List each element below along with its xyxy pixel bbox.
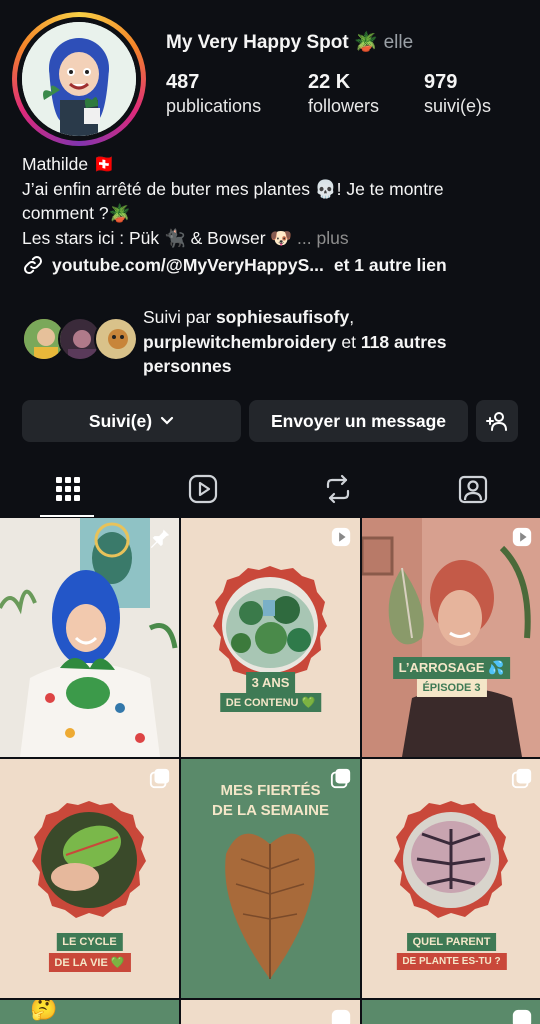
message-label: Envoyer un message [270,410,447,431]
tagged-icon [458,474,488,504]
tab-reposts[interactable] [270,460,405,518]
post-caption-top: 3 ANS [245,672,296,693]
followed-by[interactable]: Suivi par sophiesaufisofy, purplewitchem… [22,305,532,376]
bio-line: Les stars ici : Pük 🐈‍⬛ & Bowser 🐶 ... p… [22,226,522,251]
avatar-illustration [22,22,136,136]
profile-bio: Mathilde 🇨🇭 J’ai enfin arrêté de buter m… [22,152,522,250]
reel-icon [511,1008,533,1024]
following-label: Suivi(e) [88,410,153,431]
post-photo [362,518,540,757]
post-caption-bottom: ÉPISODE 3 [416,679,487,697]
stat-value: 487 [166,71,200,93]
post-tile[interactable] [181,1000,360,1024]
post-caption-top: QUEL PARENT [406,933,497,951]
bio-line: J’ai enfin arrêté de buter mes plantes 💀… [22,178,444,199]
stat-followers[interactable]: 22 K followers [308,70,379,118]
message-button[interactable]: Envoyer un message [249,400,468,442]
pin-icon [149,526,171,553]
post-tile[interactable]: L’ARROSAGE 💦 ÉPISODE 3 [362,518,540,757]
post-tile[interactable]: MES FIERTÉS DE LA SEMAINE [181,759,360,998]
followed-mid: et [336,331,361,352]
profile-tabs [0,460,540,518]
carousel-icon [330,767,352,794]
tab-tagged[interactable] [405,460,540,518]
posts-grid: 3 ANS DE CONTENU 💚 L’ARROSAGE 💦 ÉPISODE … [0,518,540,1024]
follower-avatars [22,317,142,361]
link-icon [22,254,44,276]
post-caption-bottom: DE LA VIE 💚 [48,953,131,972]
stat-label: suivi(e)s [424,96,492,116]
profile-pronoun: elle [383,32,414,53]
stat-label: followers [308,96,380,116]
post-tile[interactable]: QUEL PARENT DE PLANTE ES-TU ? [362,759,540,998]
grid-icon [55,476,81,502]
reels-icon [188,474,218,504]
post-tile[interactable] [362,1000,540,1024]
profile-links[interactable]: youtube.com/@MyVeryHappyS... et 1 autre … [22,254,447,276]
bio-line: comment ?🪴 [22,203,131,223]
post-title-line: DE LA SEMAINE [212,802,329,819]
followed-by-text: Suivi par sophiesaufisofy, purplewitchem… [143,305,533,379]
stat-value: 979 [424,71,458,93]
post-tile[interactable]: 🤔 [0,1000,179,1024]
youtube-link[interactable]: youtube.com/@MyVeryHappyS... [52,255,324,276]
stat-following[interactable]: 979 suivi(e)s [424,70,491,118]
add-user-button[interactable] [476,400,518,442]
post-tile[interactable] [0,518,179,757]
other-links[interactable]: et 1 autre lien [334,255,447,276]
post-tile[interactable]: 3 ANS DE CONTENU 💚 [181,518,360,757]
chevron-down-icon [160,416,174,426]
post-caption-top: L’ARROSAGE 💦 [392,657,511,679]
reel-icon [330,1008,352,1024]
reposts-icon [324,474,352,504]
following-button[interactable]: Suivi(e) [22,400,241,442]
followed-prefix: Suivi par [143,307,216,327]
carousel-icon [511,767,533,794]
tab-grid[interactable] [0,460,135,518]
post-graphic [181,518,360,757]
stat-value: 22 K [308,71,351,93]
avatar [94,317,138,361]
stat-posts[interactable]: 487 publications [166,70,261,118]
post-caption-top: LE CYCLE [56,933,123,951]
bio-line: Mathilde 🇨🇭 [22,154,115,174]
follower-username[interactable]: sophiesaufisofy [216,307,349,327]
post-caption-bottom: DE CONTENU 💚 [219,693,322,712]
profile-name-row: My Very Happy Spot 🪴 elle [166,30,413,54]
stat-label: publications [166,96,262,116]
profile-avatar[interactable] [12,12,146,146]
reel-icon [511,526,533,553]
post-caption-bottom: DE PLANTE ES-TU ? [396,953,507,970]
bio-more-link[interactable]: ... plus [297,228,349,248]
carousel-icon [149,767,171,794]
bio-text: Les stars ici : Pük 🐈‍⬛ & Bowser 🐶 [22,227,298,248]
active-tab-indicator [40,515,94,517]
post-tile[interactable]: LE CYCLE DE LA VIE 💚 [0,759,179,998]
add-user-icon [485,410,509,432]
profile-name: My Very Happy Spot 🪴 [166,32,378,53]
tab-reels[interactable] [135,460,270,518]
post-photo [0,518,179,757]
separator: , [349,307,355,327]
profile-header: My Very Happy Spot 🪴 elle 487 publication… [0,0,540,150]
reel-icon [330,526,352,553]
follower-username[interactable]: purplewitchembroidery [143,332,337,352]
emoji-icon: 🤔 [30,1000,58,1021]
